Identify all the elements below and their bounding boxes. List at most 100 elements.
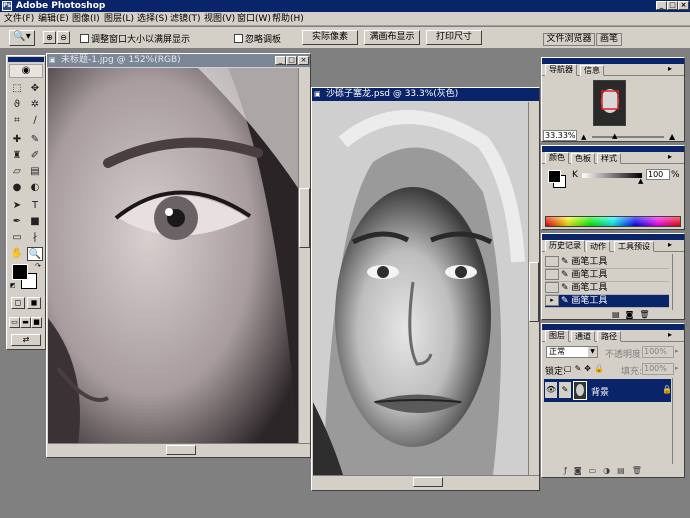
zoom-icon[interactable]: 🔍 [27,247,43,261]
menu-layer[interactable]: 图层(L) [104,13,134,25]
resize-windows-checkbox[interactable] [80,34,89,43]
tab-tool-presets[interactable]: 工具预设 [614,241,654,252]
menu-window[interactable]: 窗口(W) [237,13,271,25]
tab-file-browser[interactable]: 文件浏览器 [543,33,595,46]
notes-icon[interactable]: ▭ [9,231,25,245]
lock-image-icon[interactable]: ✎ [575,364,585,373]
tab-brushes[interactable]: 画笔 [596,33,622,46]
clone-stamp-icon[interactable]: ♜ [9,149,25,163]
menu-file[interactable]: 文件(F) [4,13,34,25]
new-layer-icon[interactable]: ▤ [617,466,632,475]
doc2-vertical-scrollbar[interactable] [528,102,539,475]
history-item[interactable]: ✎ 画笔工具 [545,269,669,282]
color-menu-icon[interactable]: ▸ [668,152,672,161]
swap-colors-icon[interactable]: ↷ [35,262,41,270]
tab-actions[interactable]: 动作 [586,241,610,252]
healing-brush-icon[interactable]: ✚ [9,133,25,147]
lock-all-icon[interactable]: 🔒 [594,364,607,373]
menu-select[interactable]: 选择(S) [137,13,168,25]
eye-logo-icon[interactable]: ◉ [9,64,43,78]
menu-view[interactable]: 视图(V) [204,13,235,25]
blur-icon[interactable]: ● [9,181,25,195]
menu-image[interactable]: 图像(I) [72,13,100,25]
slice-icon[interactable]: ∕ [27,114,43,128]
doc1-horizontal-scrollbar[interactable] [48,443,310,456]
full-screen-icon[interactable]: ■ [31,317,42,328]
standard-mode-icon[interactable]: ◻ [11,297,25,309]
fill-arrow-icon[interactable]: ▸ [675,364,679,372]
doc2-canvas[interactable] [313,102,528,475]
tab-paths[interactable]: 路径 [597,331,621,342]
tab-channels[interactable]: 通道 [571,331,595,342]
color-spectrum-ramp[interactable] [545,216,681,227]
color-foreground-swatch[interactable] [548,170,561,183]
menu-filter[interactable]: 滤镜(T) [170,13,201,25]
layer-mask-icon[interactable]: ◙ [574,466,589,475]
layer-brush-icon[interactable]: ✎ [559,382,571,398]
navigator-zoom-out-icon[interactable]: ▲ [581,133,586,141]
magic-wand-icon[interactable]: ✲ [27,98,43,112]
delete-layer-icon[interactable]: 🗑 [632,466,649,475]
doc1-canvas[interactable] [48,68,298,443]
maximize-button[interactable]: □ [667,1,678,10]
color-k-slider[interactable] [582,173,642,178]
tab-history[interactable]: 历史记录 [545,240,585,252]
foreground-color-swatch[interactable] [12,264,28,280]
history-item[interactable]: ✎ 画笔工具 [545,256,669,269]
blend-mode-select[interactable]: 正常 ▼ [546,346,598,358]
fit-screen-button[interactable]: 满画布显示 [364,30,420,45]
doc1-scroll-thumb[interactable] [299,188,310,248]
navigator-thumbnail[interactable] [593,80,626,126]
full-screen-menu-icon[interactable]: ▬ [20,317,31,328]
ignore-palettes-checkbox[interactable] [234,34,243,43]
doc1-hscroll-thumb[interactable] [166,445,196,455]
default-colors-icon[interactable]: ◩ [10,282,16,289]
delete-state-icon[interactable]: 🗑 [639,310,655,319]
layers-scrollbar[interactable] [672,378,684,464]
new-snapshot-icon[interactable]: ◙ [626,310,640,319]
pen-icon[interactable]: ✒ [9,215,25,229]
standard-screen-icon[interactable]: ▭ [9,317,20,328]
history-source-marker-icon[interactable]: ▸ [545,295,559,306]
close-button[interactable]: × [678,1,689,10]
opacity-arrow-icon[interactable]: ▸ [675,347,679,355]
dodge-icon[interactable]: ◐ [27,181,43,195]
type-icon[interactable]: T [27,199,43,213]
zoom-tool-preset-icon[interactable]: 🔍▾ [9,30,35,46]
tab-swatches[interactable]: 色板 [571,153,595,164]
hand-icon[interactable]: ✋ [9,247,25,261]
zoom-in-icon[interactable]: ⊕ [43,31,56,44]
layer-row-background[interactable]: 👁 ✎ 背景 🔒 [544,379,672,402]
opacity-field[interactable]: 100% [642,346,674,358]
doc1-close-button[interactable]: × [298,56,309,65]
tab-layers[interactable]: 图层 [545,330,569,342]
doc1-vertical-scrollbar[interactable] [298,68,310,443]
history-menu-icon[interactable]: ▸ [668,240,672,249]
history-brush-icon[interactable]: ✐ [27,149,43,163]
lock-transparency-icon[interactable]: ▢ [564,364,575,373]
shape-icon[interactable]: ■ [27,215,43,229]
menu-help[interactable]: 帮助(H) [272,13,304,25]
quick-mask-icon[interactable]: ◼ [27,297,41,309]
brush-icon[interactable]: ✎ [27,133,43,147]
print-size-button[interactable]: 打印尺寸 [426,30,482,45]
lock-position-icon[interactable]: ✥ [584,364,594,373]
fill-field[interactable]: 100% [642,363,674,375]
navigator-menu-icon[interactable]: ▸ [668,64,672,73]
move-icon[interactable]: ✥ [27,82,43,96]
actual-pixels-button[interactable]: 实际像素 [302,30,358,45]
tab-color[interactable]: 颜色 [545,152,569,164]
jump-to-imageready-icon[interactable]: ⇄ [11,334,41,346]
layers-menu-icon[interactable]: ▸ [668,330,672,339]
layer-style-icon[interactable]: ƒ [564,466,574,475]
eyedropper-icon[interactable]: ∤ [27,231,43,245]
history-scrollbar[interactable] [672,254,684,310]
path-selection-icon[interactable]: ➤ [9,199,25,213]
history-item[interactable]: ✎ 画笔工具 [545,282,669,295]
doc2-horizontal-scrollbar[interactable] [313,475,539,488]
crop-icon[interactable]: ⌗ [9,114,25,128]
menu-edit[interactable]: 编辑(E) [38,13,69,25]
color-k-value-field[interactable]: 100 [646,169,670,180]
navigator-zoom-field[interactable]: 33.33% [543,130,577,141]
zoom-out-icon[interactable]: ⊖ [57,31,70,44]
